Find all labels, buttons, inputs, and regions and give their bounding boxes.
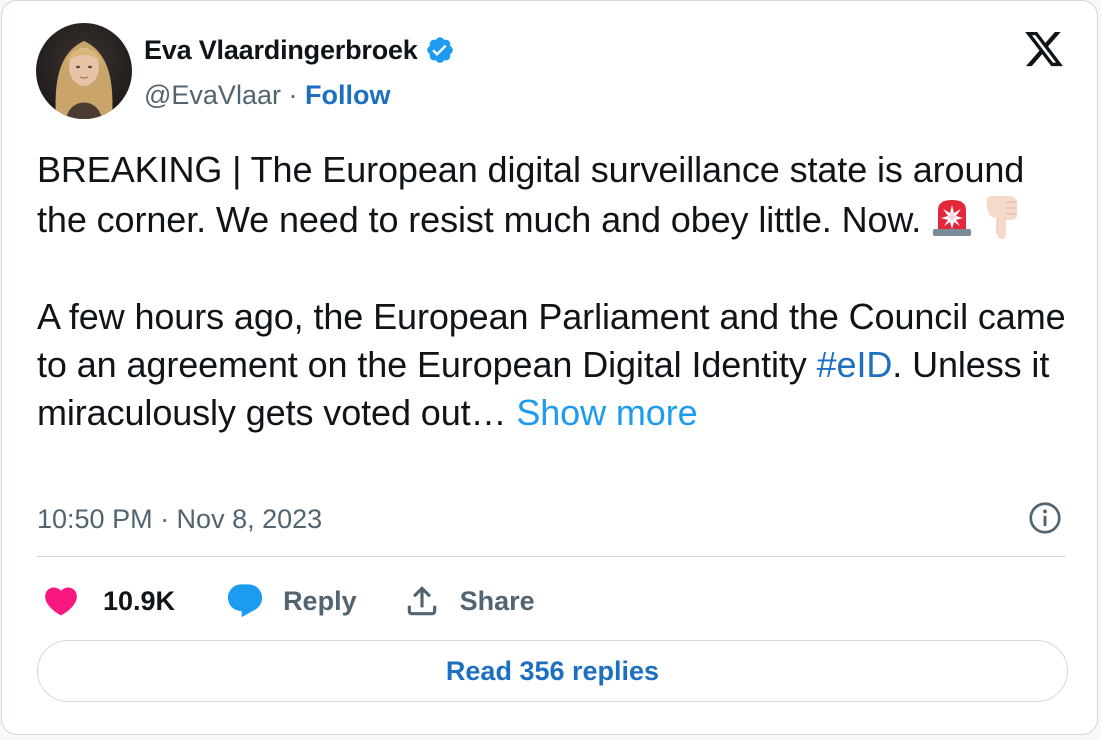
speech-bubble-icon (225, 581, 265, 621)
divider (37, 556, 1066, 557)
author-block: Eva Vlaardingerbroek @EvaVlaar · Follow (144, 32, 455, 113)
x-logo-icon[interactable] (1021, 28, 1067, 70)
author-name[interactable]: Eva Vlaardingerbroek (144, 35, 418, 66)
handle-separator: · (280, 80, 305, 110)
verified-badge-icon (425, 35, 455, 65)
author-handle[interactable]: @EvaVlaar (144, 80, 281, 110)
read-replies-button[interactable]: Read 356 replies (37, 640, 1068, 702)
tweet-paragraph-2: A few hours ago, the European Parliament… (37, 293, 1077, 438)
share-label: Share (459, 585, 535, 616)
tweet-paragraph-1: BREAKING | The European digital surveill… (37, 146, 1077, 245)
share-upload-icon (403, 582, 441, 620)
heart-icon (42, 582, 80, 620)
like-count: 10.9K (103, 585, 176, 616)
author-handle-row: @EvaVlaar · Follow (144, 77, 455, 113)
share-button[interactable]: Share (403, 582, 535, 620)
tweet-text: BREAKING | The European digital surveill… (37, 146, 1077, 437)
follow-button[interactable]: Follow (305, 80, 390, 110)
author-name-row: Eva Vlaardingerbroek (144, 32, 455, 68)
backhand-index-pointing-down-icon (979, 194, 1025, 240)
like-button[interactable]: 10.9K (42, 582, 175, 620)
show-more-link[interactable]: Show more (516, 392, 697, 433)
reply-button[interactable]: Reply (225, 581, 357, 621)
reply-label: Reply (283, 585, 357, 616)
hashtag-link[interactable]: #eID (817, 344, 893, 385)
tweet-line-1: BREAKING | The European digital surveill… (37, 149, 1025, 241)
info-icon[interactable] (1027, 500, 1063, 536)
embedded-tweet-card: Eva Vlaardingerbroek @EvaVlaar · Follow … (1, 0, 1098, 735)
action-bar: 10.9K Reply Share (42, 579, 535, 623)
police-car-light-icon (929, 194, 975, 240)
author-avatar[interactable] (36, 23, 132, 119)
tweet-timestamp[interactable]: 10:50 PM · Nov 8, 2023 (37, 503, 322, 535)
